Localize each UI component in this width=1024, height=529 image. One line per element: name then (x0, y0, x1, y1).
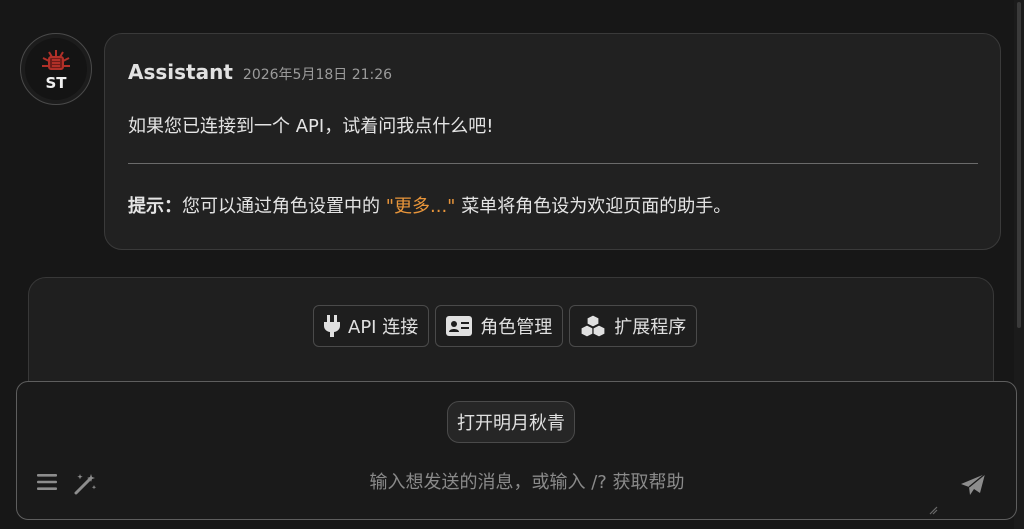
more-menu-highlight: "更多..." (385, 196, 456, 217)
api-connection-label: API 连接 (348, 317, 419, 338)
extensions-label: 扩展程序 (614, 317, 687, 338)
chat-input[interactable] (112, 464, 942, 500)
quick-reply-button[interactable]: 打开明月秋青 (447, 401, 575, 443)
message-divider (128, 163, 978, 164)
hamburger-menu-icon[interactable] (37, 473, 59, 495)
assistant-message: Assistant 2026年5月18日 21:26 如果您已连接到一个 API… (104, 33, 1001, 250)
id-card-icon (446, 316, 473, 336)
shortcut-buttons: API 连接 角色管理 扩展程序 (313, 305, 698, 347)
plug-icon (324, 315, 340, 337)
sender-name: Assistant (128, 60, 233, 84)
message-header: Assistant 2026年5月18日 21:26 (128, 60, 392, 84)
message-text: 如果您已连接到一个 API，试着问我点什么吧! (128, 116, 494, 137)
cubes-icon (580, 315, 606, 337)
character-management-label: 角色管理 (480, 317, 553, 338)
resize-handle-icon[interactable] (928, 500, 938, 519)
scrollbar-thumb[interactable] (1017, 2, 1021, 328)
tip-text-after: 菜单将角色设为欢迎页面的助手。 (455, 196, 732, 217)
message-timestamp: 2026年5月18日 21:26 (242, 67, 393, 83)
api-connection-button[interactable]: API 连接 (313, 305, 430, 347)
st-logo: ST (25, 38, 87, 100)
tip-text-before: 您可以通过角色设置中的 (182, 196, 386, 217)
extensions-button[interactable]: 扩展程序 (569, 305, 698, 347)
send-icon[interactable] (960, 473, 986, 501)
st-logo-icon: ST (42, 50, 70, 92)
tip-label: 提示： (128, 196, 182, 217)
message-tip: 提示：您可以通过角色设置中的 "更多..." 菜单将角色设为欢迎页面的助手。 (128, 192, 731, 218)
assistant-avatar[interactable]: ST (20, 33, 92, 105)
magic-wand-icon[interactable] (72, 473, 98, 499)
svg-text:ST: ST (45, 74, 67, 92)
character-management-button[interactable]: 角色管理 (435, 305, 564, 347)
chat-composer: 打开明月秋青 (16, 381, 1017, 520)
